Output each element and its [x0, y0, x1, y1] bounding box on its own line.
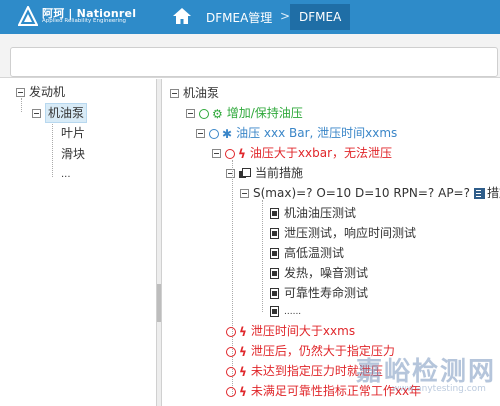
measure-item[interactable]: 发热，噪音测试 — [270, 264, 368, 282]
failure-node[interactable]: ϟ 泄压时间大于xxms — [226, 322, 355, 340]
logo-subtitle: Applied Reliability Engineering — [42, 18, 127, 24]
tree-node-slider[interactable]: 滑块 — [58, 145, 88, 163]
tree-node-label: 机油泵 — [45, 103, 88, 123]
document-icon — [270, 288, 279, 299]
tree-node-vane[interactable]: 叶片 — [58, 124, 88, 142]
measure-item[interactable]: 高低温测试 — [270, 244, 344, 262]
failure-label: 泄压时间大于xxms — [250, 324, 356, 338]
status-circle-icon — [226, 346, 236, 357]
watermark-url: www.anytesting.com — [392, 384, 486, 394]
tree-guide-line — [52, 121, 53, 177]
collapse-toggle-icon[interactable] — [186, 109, 195, 118]
list-icon — [473, 188, 485, 199]
rating-text: S(max)=? O=10 D=10 RPN=? AP=? — [253, 186, 470, 200]
rating-node[interactable]: S(max)=? O=10 D=10 RPN=? AP=? 措施组 — [240, 184, 500, 202]
measure-label: 可靠性寿命测试 — [284, 286, 369, 300]
splitter-grip[interactable] — [157, 284, 161, 322]
measure-label: 发热，噪音测试 — [284, 266, 369, 280]
measure-group-label: 措施组 — [486, 186, 500, 200]
pane-splitter[interactable] — [156, 79, 162, 406]
tree-node-more[interactable]: ... — [58, 166, 74, 184]
measure-item[interactable]: 泄压测试，响应时间测试 — [270, 224, 416, 242]
document-icon — [270, 228, 279, 239]
current-measures-node[interactable]: 当前措施 — [226, 164, 303, 182]
function-node[interactable]: ✱ 油压 xxx Bar, 泄压时间xxms — [196, 124, 397, 142]
document-icon — [270, 208, 279, 219]
collapse-toggle-icon[interactable] — [170, 89, 179, 98]
status-circle-icon — [225, 148, 235, 159]
status-circle-icon — [226, 386, 236, 397]
home-icon[interactable] — [172, 6, 192, 26]
failure-node[interactable]: ϟ 油压大于xxbar，无法泄压 — [212, 144, 392, 162]
lightning-icon: ϟ — [239, 344, 247, 359]
document-icon — [270, 248, 279, 259]
failure-label: 油压大于xxbar，无法泄压 — [249, 146, 393, 160]
lightning-icon: ϟ — [239, 364, 247, 379]
measures-label: 当前措施 — [255, 166, 304, 180]
measure-label: 高低温测试 — [284, 246, 345, 260]
function-node[interactable]: ⚙ 增加/保持油压 — [186, 104, 303, 122]
function-label: 增加/保持油压 — [226, 106, 303, 120]
toolbar-panel — [10, 47, 498, 77]
collapse-toggle-icon[interactable] — [212, 149, 221, 158]
fmea-node-oil-pump[interactable]: 机油泵 — [170, 84, 219, 102]
top-bar: 阿珂 | Nationrel Applied Reliability Engin… — [0, 0, 500, 34]
document-icon — [270, 268, 279, 279]
tree-node-engine[interactable]: 发动机 — [16, 84, 65, 100]
status-circle-icon — [199, 108, 209, 119]
measure-label: ...... — [284, 307, 302, 317]
lightning-icon: ϟ — [238, 146, 246, 161]
tree-node-oil-pump[interactable]: 机油泵 — [32, 103, 88, 123]
measure-item[interactable]: 可靠性寿命测试 — [270, 284, 368, 302]
asterisk-icon: ✱ — [222, 126, 233, 141]
breadcrumb-separator: > — [280, 9, 291, 23]
status-circle-icon — [209, 128, 219, 139]
breadcrumb-dfmea-management[interactable]: DFMEA管理 — [206, 9, 272, 26]
breadcrumb-dfmea[interactable]: DFMEA — [290, 4, 351, 30]
document-icon — [270, 306, 279, 317]
fmea-node-label: 机油泵 — [183, 86, 220, 100]
measure-label: 泄压测试，响应时间测试 — [284, 226, 417, 240]
function-label: 油压 xxx Bar, 泄压时间xxms — [236, 126, 398, 140]
lightning-icon: ϟ — [239, 384, 247, 399]
tree-guide-line — [232, 160, 233, 396]
logo: 阿珂 | Nationrel Applied Reliability Engin… — [18, 5, 136, 29]
collapse-toggle-icon[interactable] — [16, 88, 25, 97]
tree-node-label: 发动机 — [29, 85, 66, 99]
status-circle-icon — [226, 366, 236, 377]
lightning-icon: ϟ — [239, 324, 247, 339]
collapse-toggle-icon[interactable] — [32, 109, 41, 118]
collapse-toggle-icon[interactable] — [196, 129, 205, 138]
watermark: 嘉峪检测网 — [356, 357, 497, 387]
tree-guide-line — [21, 98, 22, 112]
measure-item[interactable]: ...... — [270, 303, 301, 321]
tree-guide-line — [262, 200, 263, 312]
collapse-toggle-icon[interactable] — [226, 169, 235, 178]
copy-icon — [239, 168, 251, 179]
status-circle-icon — [226, 326, 236, 337]
gear-icon: ⚙ — [212, 106, 223, 121]
collapse-toggle-icon[interactable] — [240, 189, 249, 198]
logo-mark-icon — [18, 6, 38, 26]
measure-item[interactable]: 机油油压测试 — [270, 204, 356, 222]
measure-label: 机油油压测试 — [284, 206, 357, 220]
